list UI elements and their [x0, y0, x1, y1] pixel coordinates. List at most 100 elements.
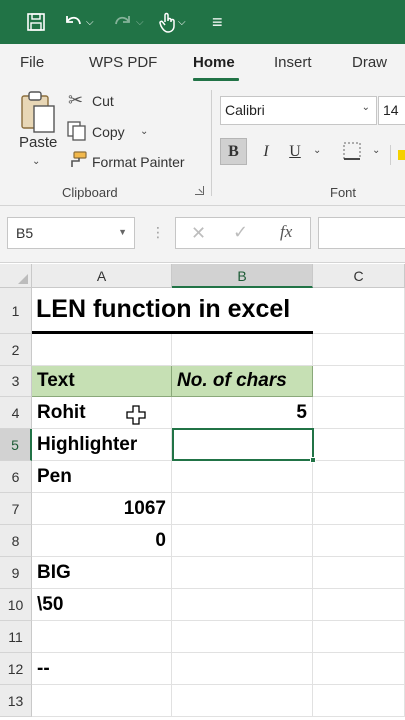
tab-file[interactable]: File [20, 54, 44, 71]
row-header-10[interactable]: 10 [0, 589, 32, 621]
cell-b4[interactable]: 5 [172, 397, 313, 429]
cell-selection-b5 [172, 428, 316, 463]
cell-c9[interactable] [313, 557, 405, 589]
row-header-1[interactable]: 1 [0, 288, 32, 334]
paste-icon [21, 91, 55, 133]
tab-wps-pdf[interactable]: WPS PDF [89, 54, 157, 71]
column-header-b[interactable]: B [172, 264, 313, 288]
row-header-5[interactable]: 5 [0, 429, 32, 461]
row-header-9[interactable]: 9 [0, 557, 32, 589]
insert-function-button[interactable]: fx [280, 222, 292, 242]
fill-handle[interactable] [310, 457, 316, 463]
cell-a6[interactable]: Pen [32, 461, 172, 493]
row-header-4[interactable]: 4 [0, 397, 32, 429]
cell-c12[interactable] [313, 653, 405, 685]
cell-c5[interactable] [313, 429, 405, 461]
cell-c1[interactable] [313, 288, 405, 334]
column-header-c[interactable]: C [313, 264, 405, 288]
cell-a8[interactable]: 0 [32, 525, 172, 557]
paste-label[interactable]: Paste [19, 134, 57, 151]
cell-c3[interactable] [313, 366, 405, 397]
underline-button[interactable]: U [285, 138, 305, 165]
row-header-12[interactable]: 12 [0, 653, 32, 685]
select-all-button[interactable] [0, 264, 32, 288]
cell-a9[interactable]: BIG [32, 557, 172, 589]
font-name-select[interactable]: Calibri ⌄ [220, 96, 377, 125]
cell-b8[interactable] [172, 525, 313, 557]
row-header-7[interactable]: 7 [0, 493, 32, 525]
cell-c4[interactable] [313, 397, 405, 429]
font-size-select[interactable]: 14 [378, 96, 405, 125]
cell-c6[interactable] [313, 461, 405, 493]
copy-dropdown-icon[interactable]: ⌄ [140, 126, 148, 137]
font-group-label: Font [330, 185, 357, 200]
paste-dropdown-icon[interactable]: ⌄ [32, 156, 40, 167]
clipboard-launcher-icon[interactable] [195, 186, 204, 195]
enter-icon[interactable]: ✓ [233, 222, 248, 243]
redo-icon: ⌵ [112, 9, 144, 35]
cell-b10[interactable] [172, 589, 313, 621]
cell-b3[interactable]: No. of chars [172, 366, 313, 397]
name-box[interactable]: B5 ▼ [7, 217, 135, 249]
cell-c11[interactable] [313, 621, 405, 653]
cell-a2[interactable] [32, 334, 172, 366]
cell-c7[interactable] [313, 493, 405, 525]
row-header-8[interactable]: 8 [0, 525, 32, 557]
cell-a5[interactable]: Highlighter [32, 429, 172, 461]
font-name-value: Calibri [225, 102, 265, 118]
tab-draw[interactable]: Draw [352, 54, 387, 71]
column-header-a[interactable]: A [32, 264, 172, 288]
cell-c2[interactable] [313, 334, 405, 366]
name-box-value: B5 [16, 225, 34, 241]
cell-a1[interactable]: LEN function in excel [32, 288, 313, 334]
cell-b11[interactable] [172, 621, 313, 653]
underline-dropdown-icon[interactable]: ⌄ [313, 145, 321, 156]
cell-a3[interactable]: Text [32, 366, 172, 397]
tab-home[interactable]: Home [193, 54, 235, 71]
copy-button[interactable]: Copy [92, 124, 125, 140]
cell-b7[interactable] [172, 493, 313, 525]
cell-b12[interactable] [172, 653, 313, 685]
row-header-6[interactable]: 6 [0, 461, 32, 493]
touch-mode-dropdown-icon[interactable]: ⌵ [178, 17, 186, 28]
borders-icon[interactable] [342, 141, 362, 161]
scissors-icon: ✂ [68, 90, 84, 110]
ribbon-tabs: File WPS PDF Home Insert Draw [0, 44, 405, 82]
cancel-icon[interactable]: ✕ [191, 223, 206, 244]
borders-dropdown-icon[interactable]: ⌄ [372, 145, 380, 156]
clipboard-group-label: Clipboard [62, 185, 118, 200]
cell-b13[interactable] [172, 685, 313, 717]
cell-a4[interactable]: Rohit [32, 397, 172, 429]
format-painter-icon [71, 151, 87, 167]
row-header-2[interactable]: 2 [0, 334, 32, 366]
row-header-3[interactable]: 3 [0, 366, 32, 397]
cell-a10[interactable]: \50 [32, 589, 172, 621]
italic-button[interactable]: I [254, 138, 278, 165]
cell-b9[interactable] [172, 557, 313, 589]
cell-c13[interactable] [313, 685, 405, 717]
cell-a11[interactable] [32, 621, 172, 653]
format-painter-button[interactable]: Format Painter [92, 154, 185, 170]
active-tab-indicator [193, 78, 239, 81]
cut-button[interactable]: Cut [92, 93, 114, 109]
undo-dropdown-icon[interactable]: ⌵ [86, 17, 94, 28]
chevron-down-icon: ⌄ [361, 102, 370, 113]
cell-a7[interactable]: 1067 [32, 493, 172, 525]
cell-c10[interactable] [313, 589, 405, 621]
formula-input[interactable] [318, 217, 405, 249]
cell-a12[interactable]: -- [32, 653, 172, 685]
font-size-value: 14 [383, 102, 399, 118]
cell-a13[interactable] [32, 685, 172, 717]
customize-qat-icon[interactable]: ≡ [212, 9, 223, 35]
row-header-13[interactable]: 13 [0, 685, 32, 717]
undo-icon[interactable]: ⌵ [62, 9, 94, 35]
save-icon[interactable] [26, 9, 46, 35]
cell-b6[interactable] [172, 461, 313, 493]
row-header-11[interactable]: 11 [0, 621, 32, 653]
tab-insert[interactable]: Insert [274, 54, 312, 71]
fill-color-icon[interactable] [398, 150, 405, 160]
bold-button[interactable]: B [220, 138, 247, 165]
touch-mode-icon[interactable]: ⌵ [158, 9, 186, 35]
cell-b2[interactable] [172, 334, 313, 366]
cell-c8[interactable] [313, 525, 405, 557]
